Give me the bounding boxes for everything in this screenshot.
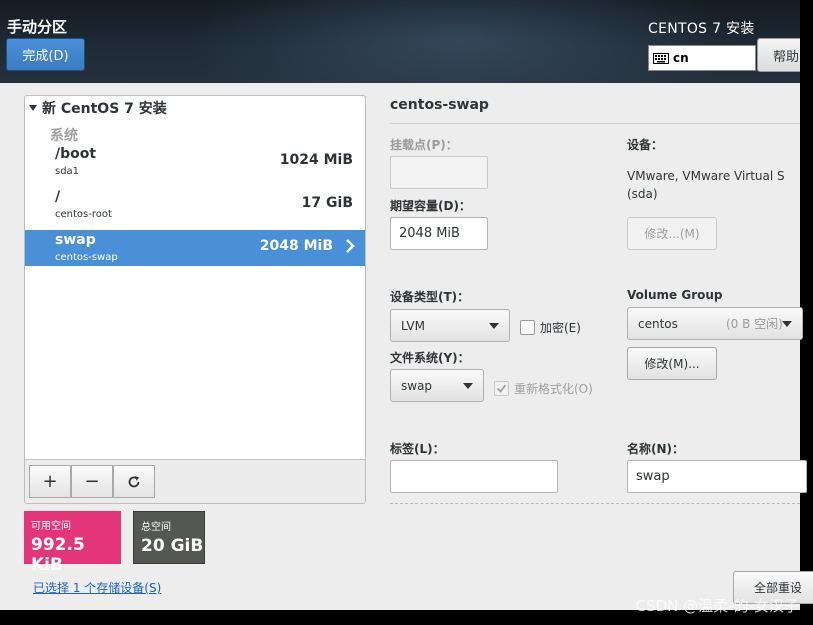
available-space-value: 992.5 KiB [31,535,121,575]
partition-row-boot[interactable]: /boot sda1 1024 MiB [25,144,365,180]
reformat-checkbox[interactable]: 重新格式化(O) [494,380,593,397]
capacity-input[interactable]: 2048 MiB [390,217,488,250]
name-label: 名称(N)： [627,440,684,457]
keyboard-layout-indicator[interactable]: cn [648,45,756,71]
total-space-box: 总空间 20 GiB [133,511,205,564]
remove-partition-button[interactable]: − [71,465,113,498]
partition-device: sda1 [55,166,79,177]
reformat-label: 重新格式化(O) [514,380,593,397]
encrypt-checkbox[interactable]: 加密(E) [520,319,581,336]
chevron-down-icon [782,321,792,327]
install-title: 新 CentOS 7 安装 [42,98,167,118]
encrypt-label: 加密(E) [540,319,581,336]
device-label: 设备： [627,136,663,153]
filesystem-select[interactable]: swap [390,369,484,402]
partition-row-root[interactable]: / centos-root 17 GiB [25,187,365,223]
total-space-label: 总空间 [141,518,204,533]
dashed-divider [390,503,800,504]
partition-size: 2048 MiB [260,238,333,254]
selected-storage-link[interactable]: 已选择 1 个存储设备(S) [33,579,161,596]
keyboard-icon [653,53,669,64]
filesystem-value: swap [401,379,432,393]
name-input[interactable]: swap [627,460,807,493]
chevron-down-icon [489,323,499,329]
refresh-icon [127,475,141,489]
partition-row-swap[interactable]: swap centos-swap 2048 MiB [25,230,365,266]
filesystem-label: 文件系统(Y)： [390,349,470,366]
partition-device: centos-root [55,209,112,220]
partition-list-panel: 新 CentOS 7 安装 系统 /boot sda1 1024 MiB / c… [24,95,366,504]
partition-size: 17 GiB [302,195,353,211]
capacity-label: 期望容量(D)： [390,197,471,214]
available-space-label: 可用空间 [31,517,121,532]
product-title: CENTOS 7 安装 [648,18,755,38]
total-space-value: 20 GiB [141,536,204,556]
volume-group-label: Volume Group [627,288,723,302]
checkbox-box [520,320,535,335]
modify-volume-group-button[interactable]: 修改(M)... [627,347,717,380]
main-area: 新 CentOS 7 安装 系统 /boot sda1 1024 MiB / c… [0,83,800,610]
refresh-button[interactable] [113,465,155,498]
done-button[interactable]: 完成(D) [6,38,85,71]
install-expander[interactable]: 新 CentOS 7 安装 [29,98,167,118]
group-label-system: 系统 [50,125,78,145]
mount-point-label: 挂载点(P)： [390,136,458,153]
partition-name: / [55,189,60,205]
device-type-value: LVM [401,319,425,333]
partition-name: /boot [55,146,96,162]
tag-input[interactable] [390,460,558,493]
tag-label: 标签(L)： [390,440,445,457]
partition-device: centos-swap [55,252,118,263]
checkbox-box [494,381,509,396]
page-title: 手动分区 [7,16,67,37]
partition-toolbar: + − [25,459,365,503]
detail-divider [390,123,800,124]
device-description: VMware, VMware Virtual S (sda) [627,167,802,203]
top-header: 手动分区 完成(D) CENTOS 7 安装 cn 帮助 [0,0,800,83]
detail-title: centos-swap [390,97,489,113]
checkmark-icon [496,383,507,394]
add-partition-button[interactable]: + [29,465,71,498]
expander-arrow-icon [29,105,37,111]
modify-device-button[interactable]: 修改...(M) [627,217,717,250]
volume-group-free: (0 B 空闲) [726,315,783,332]
volume-group-value: centos [638,317,678,331]
mount-point-input[interactable] [390,156,488,189]
device-type-label: 设备类型(T)： [390,288,469,305]
chevron-down-icon [463,383,473,389]
watermark: CSDN @温柔-的-女汉子 [636,595,799,616]
volume-group-select[interactable]: centos (0 B 空闲) [627,307,803,340]
available-space-box: 可用空间 992.5 KiB [24,511,121,564]
help-button[interactable]: 帮助 [757,38,800,72]
partition-name: swap [55,232,96,248]
partition-size: 1024 MiB [280,152,353,168]
keyboard-layout-label: cn [673,51,689,65]
chevron-right-icon [345,238,355,254]
device-type-select[interactable]: LVM [390,309,510,342]
